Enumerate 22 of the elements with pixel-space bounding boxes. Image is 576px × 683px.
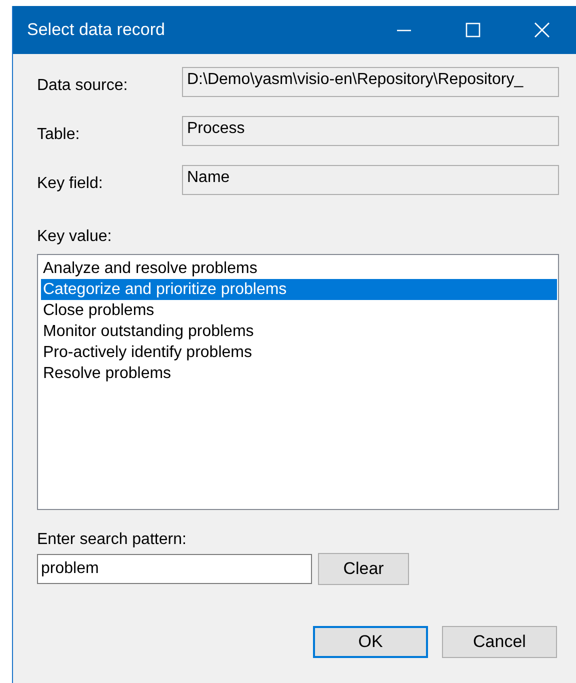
field-label: Data source: — [37, 77, 129, 96]
list-item[interactable]: Analyze and resolve problems — [41, 258, 557, 279]
maximize-icon[interactable] — [465, 22, 481, 38]
readonly-field[interactable]: D:\Demo\yasm\visio-en\Repository\Repository_ — [182, 67, 559, 97]
close-icon[interactable] — [534, 22, 550, 38]
window-title: Select data record — [27, 20, 166, 40]
readonly-field[interactable]: Name — [182, 165, 559, 195]
ok-button[interactable]: OK — [313, 626, 428, 658]
field-label: Table: — [37, 126, 81, 145]
field-label: Key value: — [37, 228, 113, 246]
readonly-field[interactable]: Process — [182, 116, 559, 146]
key-value-list[interactable]: Analyze and resolve problems Categorize and prioritize problems Close problems Monitor outstanding problems Pro-actively identify problems Resolve problems — [37, 254, 559, 510]
search-field[interactable]: problem — [37, 554, 312, 584]
field-label: Enter search pattern: — [37, 531, 188, 549]
list-item[interactable]: Pro-actively identify problems — [41, 342, 557, 363]
list-item[interactable]: Close problems — [41, 300, 557, 321]
field-label: Key field: — [37, 175, 104, 194]
list-item[interactable]: Monitor outstanding problems — [41, 321, 557, 342]
clear-button[interactable]: Clear — [318, 553, 409, 585]
list-item[interactable]: Resolve problems — [41, 363, 557, 384]
cancel-button[interactable]: Cancel — [442, 626, 557, 658]
list-item[interactable]: Categorize and prioritize problems — [41, 279, 557, 300]
